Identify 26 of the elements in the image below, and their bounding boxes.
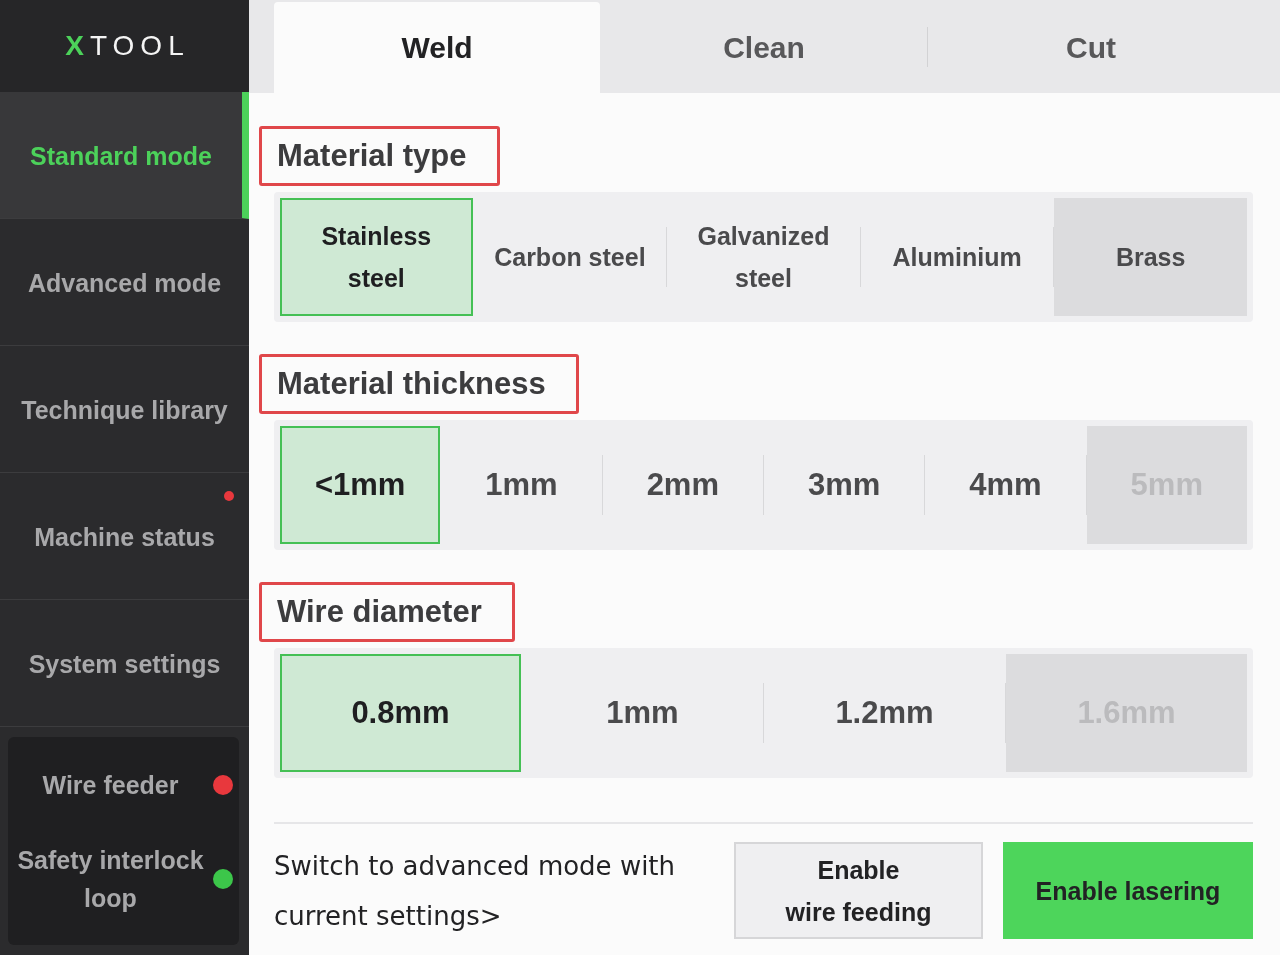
tab[interactable]: Clean <box>601 2 927 93</box>
nav-item[interactable]: Standard mode <box>0 92 249 219</box>
status-label: Wire feeder <box>41 769 180 801</box>
advanced-mode-link[interactable]: Switch to advanced mode with current settings> <box>274 840 714 941</box>
option-button[interactable]: 3mm <box>764 426 925 544</box>
option-button[interactable]: 0.8mm <box>280 654 521 772</box>
enable-lasering-button[interactable]: Enable lasering <box>1003 842 1253 939</box>
section-heading: Material type <box>259 126 500 186</box>
option-button[interactable]: 1mm <box>441 426 602 544</box>
section-heading: Wire diameter <box>259 582 515 642</box>
status-label: Safety interlock loop <box>16 844 205 914</box>
enable-wire-feeding-button[interactable]: Enable wire feeding <box>734 842 983 939</box>
option-button[interactable]: 4mm <box>925 426 1086 544</box>
option-button[interactable]: <1mm <box>280 426 441 544</box>
option-button[interactable]: Galvanized steel <box>667 198 860 316</box>
option-button[interactable]: 1mm <box>522 654 763 772</box>
tab[interactable]: Weld <box>274 2 600 93</box>
section-heading: Material thickness <box>259 354 579 414</box>
option-button[interactable]: Carbon steel <box>473 198 667 316</box>
option-button[interactable]: 2mm <box>602 426 763 544</box>
option-button[interactable]: Aluminium <box>860 198 1054 316</box>
option-button[interactable]: 1.2mm <box>764 654 1005 772</box>
option-button[interactable]: Stainless steel <box>280 198 473 316</box>
tab[interactable]: Cut <box>928 2 1254 93</box>
option-button[interactable]: Brass <box>1054 198 1247 316</box>
brand-logo: XTOOL <box>64 32 190 60</box>
